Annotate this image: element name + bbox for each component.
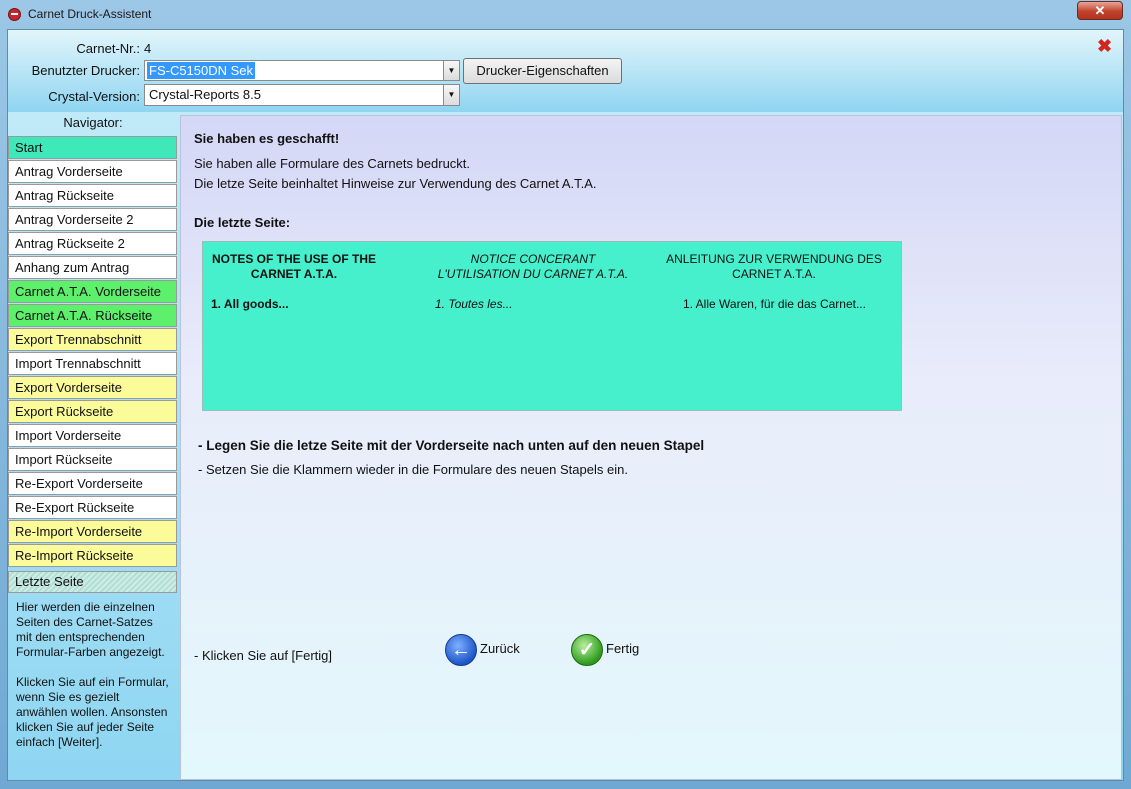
instruction-1: - Legen Sie die letze Seite mit der Vord…: [198, 438, 705, 453]
content-panel: Sie haben es geschafft! Sie haben alle F…: [180, 115, 1122, 780]
printer-properties-button[interactable]: Drucker-Eigenschaften: [463, 58, 622, 84]
carnet-number-label: Carnet-Nr.:: [76, 41, 140, 56]
navigator-item[interactable]: Antrag Vorderseite 2: [8, 208, 177, 231]
printer-label: Benutzter Drucker:: [31, 63, 140, 78]
back-button-label: Zurück: [480, 641, 520, 656]
navigator-item[interactable]: Start: [8, 136, 177, 159]
navigator-item[interactable]: Antrag Rückseite 2: [8, 232, 177, 255]
info-line-2: Die letze Seite beinhaltet Hinweise zur …: [194, 176, 597, 191]
navigator-item[interactable]: Export Trennabschnitt: [8, 328, 177, 351]
notes-fr-title: NOTICE CONCERANT L'UTILISATION DU CARNET…: [437, 252, 629, 281]
navigator-panel: Navigator: Start Antrag Vorderseite Antrag…: [8, 112, 178, 782]
navigator-item[interactable]: Re-Export Vorderseite: [8, 472, 177, 495]
printer-select-value: FS-C5150DN Sek: [147, 62, 256, 79]
navigator-item[interactable]: Carnet A.T.A. Rückseite: [8, 304, 177, 327]
printer-select[interactable]: FS-C5150DN Sek ▼: [144, 60, 460, 81]
navigator-item[interactable]: Re-Import Vorderseite: [8, 520, 177, 543]
title-bar: Carnet Druck-Assistent ✕: [0, 0, 1131, 28]
navigator-help: Hier werden die einzelnen Seiten des Car…: [16, 600, 172, 765]
navigator-item[interactable]: Import Trennabschnitt: [8, 352, 177, 375]
navigator-item[interactable]: Import Vorderseite: [8, 424, 177, 447]
header-panel: Carnet-Nr.: 4 Benutzter Drucker: FS-C515…: [8, 30, 1123, 112]
finish-button[interactable]: ✓ Fertig: [571, 634, 651, 668]
finish-button-label: Fertig: [606, 641, 640, 656]
main-window: Carnet Druck-Assistent ✕ Carnet-Nr.: 4 B…: [0, 0, 1131, 789]
navigator-current-page: Letzte Seite: [8, 571, 177, 593]
checkmark-icon: ✓: [571, 634, 603, 666]
app-icon: [8, 8, 21, 21]
carnet-number-value: 4: [144, 41, 152, 56]
navigator-item[interactable]: Antrag Vorderseite: [8, 160, 177, 183]
section-title: Die letzte Seite:: [194, 215, 291, 230]
navigator-item[interactable]: Re-Import Rückseite: [8, 544, 177, 567]
navigator-title: Navigator:: [63, 115, 123, 130]
navigator-help-text-2: Klicken Sie auf ein Formular, wenn Sie e…: [16, 675, 169, 749]
info-line-1: Sie haben alle Formulare des Carnets bed…: [194, 156, 471, 171]
notes-de-title: ANLEITUNG ZUR VERWENDUNG DES CARNET A.T.…: [666, 252, 882, 281]
notes-fr-item: 1. Toutes les...: [435, 297, 513, 311]
click-hint: - Klicken Sie auf [Fertig]: [194, 648, 332, 663]
navigator-item[interactable]: Re-Export Rückseite: [8, 496, 177, 519]
navigator-item[interactable]: Anhang zum Antrag: [8, 256, 177, 279]
navigator-item[interactable]: Carnet A.T.A. Vorderseite: [8, 280, 177, 303]
arrow-left-icon: ←: [445, 634, 477, 666]
notes-de-item: 1. Alle Waren, für die das Carnet...: [683, 297, 866, 311]
crystal-version-value: Crystal-Reports 8.5: [149, 87, 261, 102]
instruction-2: - Setzen Sie die Klammern wieder in die …: [198, 462, 628, 477]
navigator-item[interactable]: Antrag Rückseite: [8, 184, 177, 207]
crystal-version-label: Crystal-Version:: [48, 89, 140, 104]
chevron-down-icon[interactable]: ▼: [443, 85, 459, 105]
page-heading: Sie haben es geschafft!: [194, 131, 340, 146]
notes-en-item: 1. All goods...: [211, 297, 289, 311]
window-close-button[interactable]: ✕: [1077, 1, 1123, 20]
navigator-item[interactable]: Export Vorderseite: [8, 376, 177, 399]
navigator-list: Start Antrag Vorderseite Antrag Rückseite A…: [8, 136, 177, 568]
navigator-item[interactable]: Import Rückseite: [8, 448, 177, 471]
window-title: Carnet Druck-Assistent: [28, 7, 152, 21]
navigator-help-text-1: Hier werden die einzelnen Seiten des Car…: [16, 600, 165, 659]
last-page-preview: NOTES OF THE USE OF THE CARNET A.T.A. 1.…: [202, 241, 902, 411]
notes-en-title: NOTES OF THE USE OF THE CARNET A.T.A.: [211, 252, 376, 281]
crystal-version-select[interactable]: Crystal-Reports 8.5 ▼: [144, 84, 460, 106]
navigator-item[interactable]: Export Rückseite: [8, 400, 177, 423]
back-button[interactable]: ← Zurück: [445, 634, 525, 668]
close-icon[interactable]: ✖: [1097, 36, 1112, 57]
client-area: Carnet-Nr.: 4 Benutzter Drucker: FS-C515…: [7, 29, 1124, 781]
chevron-down-icon[interactable]: ▼: [443, 61, 459, 80]
